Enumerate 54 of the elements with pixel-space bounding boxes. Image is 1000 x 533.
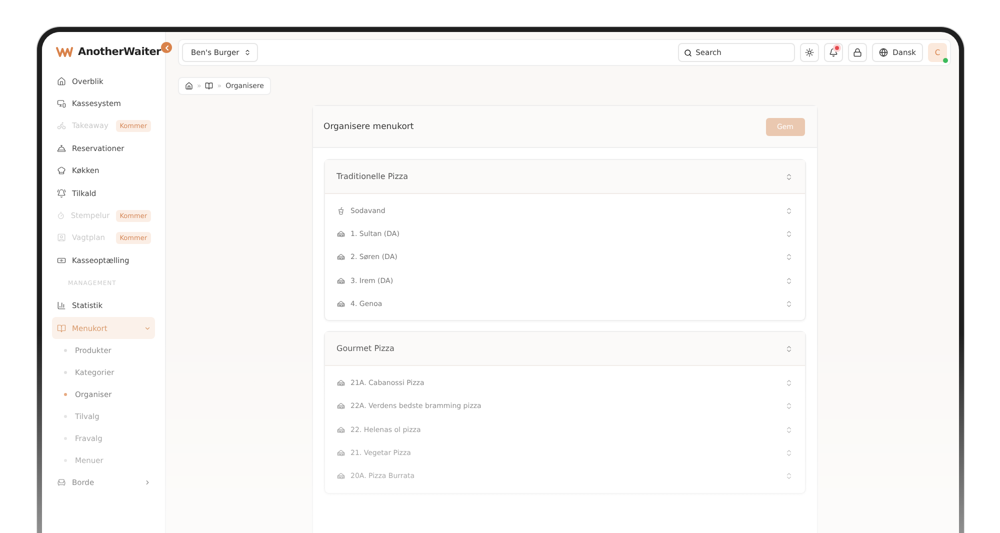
sandwich-icon [336,300,344,308]
drag-handle-icon[interactable] [784,402,792,410]
chevron-left-icon [162,44,170,52]
brand-name: AnotherWaiter [78,46,161,58]
up-down-icon [244,49,252,56]
lock-button[interactable] [848,43,867,62]
search-icon [684,48,692,56]
sandwich-icon [336,402,344,410]
notifications-button[interactable] [824,43,843,62]
house-icon[interactable] [185,82,193,90]
drag-handle-icon[interactable] [784,276,792,285]
drag-handle-icon[interactable] [784,426,792,434]
logo-icon [56,46,73,58]
sandwich-icon [336,472,344,480]
globe-icon [878,48,888,57]
sun-icon [804,48,814,57]
lock-icon [852,48,862,57]
person-card-icon [57,233,66,242]
sandwich-icon [336,379,344,388]
house-icon [57,76,66,86]
sandwich-icon [336,276,344,285]
chef-hat-icon [57,166,66,176]
card-title: Organisere menukort [324,122,414,132]
monitor-icon [57,99,66,108]
drag-handle-icon[interactable] [784,300,792,308]
category-title: Gourmet Pizza [336,344,394,354]
bell-icon [828,48,838,57]
category-title: Traditionelle Pizza [336,172,408,181]
chevron-down-icon [144,324,151,332]
bar-chart-icon [57,301,66,310]
theme-button[interactable] [800,43,819,62]
drag-handle-icon[interactable] [784,172,792,180]
sandwich-icon [336,230,344,238]
drag-handle-icon[interactable] [784,472,792,480]
bell-icon [57,188,66,198]
chevron-right-icon [144,478,151,486]
drag-handle-icon[interactable] [784,344,792,353]
book-icon [57,324,66,333]
drag-handle-icon[interactable] [784,230,792,238]
chair-icon [57,478,66,487]
drag-handle-icon[interactable] [784,449,792,458]
banknote-icon [57,256,66,265]
bike-icon [57,121,66,130]
drag-handle-icon[interactable] [784,253,792,262]
sandwich-icon [336,426,344,434]
book-icon[interactable] [205,82,214,90]
service-bell-icon [57,144,66,153]
cup-icon [336,206,344,215]
drag-handle-icon[interactable] [784,206,792,215]
sandwich-icon [336,449,344,458]
stopwatch-icon [57,211,65,220]
collapse-button[interactable] [161,42,172,53]
drag-handle-icon[interactable] [784,379,792,388]
sandwich-icon [336,253,344,262]
